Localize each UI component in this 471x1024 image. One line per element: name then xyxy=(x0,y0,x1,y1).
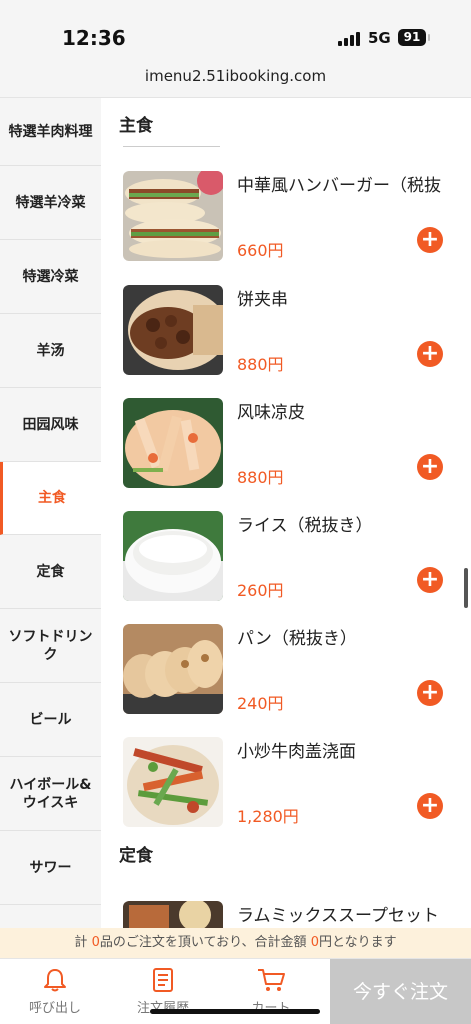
item-price: 240円 xyxy=(237,694,284,713)
sidebar-item-tokusen-yoniku[interactable]: 特選羊肉料理 xyxy=(0,98,101,166)
item-image xyxy=(123,901,223,928)
menu-item[interactable]: ライス（税抜き） 260円 + xyxy=(101,511,471,611)
divider xyxy=(123,146,220,147)
menu-list: 主食 中華風ハンバーガー（税抜 660円 + 饼夹串 880円 + 风味凉皮 8… xyxy=(101,98,471,928)
sidebar-item-label: 特選冷菜 xyxy=(22,268,79,285)
url-bar[interactable]: imenu2.51ibooking.com xyxy=(0,62,471,98)
bell-icon xyxy=(44,969,66,992)
add-to-cart-button[interactable]: + xyxy=(417,341,443,367)
add-to-cart-button[interactable]: + xyxy=(417,793,443,819)
item-name: 风味凉皮 xyxy=(237,403,305,423)
menu-item[interactable]: 风味凉皮 880円 + xyxy=(101,398,471,498)
item-image xyxy=(123,398,223,488)
sidebar-item-label: 羊汤 xyxy=(36,342,65,359)
order-summary: 計 0品のご注文を頂いており、合計金額 0円となります xyxy=(0,928,471,958)
item-image xyxy=(123,511,223,601)
sidebar-item-label: ハイボール&ウイスキ xyxy=(9,776,92,811)
sidebar-item-label: サワー xyxy=(29,859,72,876)
add-to-cart-button[interactable]: + xyxy=(417,680,443,706)
summary-suffix: 円となります xyxy=(318,935,397,950)
item-image xyxy=(123,624,223,714)
section-title: 主食 xyxy=(119,116,153,136)
menu-item[interactable]: 小炒牛肉盖浇面 1,280円 + xyxy=(101,737,471,837)
menu-item[interactable]: ラムミックススープセット xyxy=(101,901,471,928)
item-image xyxy=(123,171,223,261)
section-title: 定食 xyxy=(119,846,153,866)
item-price: 880円 xyxy=(237,355,284,374)
sidebar-item-tokusen-reisai[interactable]: 特選冷菜 xyxy=(0,240,101,314)
sidebar-item-beer[interactable]: ビール xyxy=(0,683,101,757)
menu-item[interactable]: 饼夹串 880円 + xyxy=(101,285,471,385)
network-label: 5G xyxy=(368,29,391,47)
summary-middle: 品のご注文を頂いており、合計金額 xyxy=(99,935,307,950)
item-name: ラムミックススープセット xyxy=(237,906,439,926)
summary-amount: 0 xyxy=(310,935,319,950)
status-bar: 12:36 5G 91 xyxy=(0,0,471,62)
add-to-cart-button[interactable]: + xyxy=(417,454,443,480)
sidebar-item-label: 田园风味 xyxy=(22,416,79,433)
item-price: 880円 xyxy=(237,468,284,487)
item-name: パン（税抜き） xyxy=(237,629,357,649)
sidebar-item-tokusen-yo-reisai[interactable]: 特選羊冷菜 xyxy=(0,166,101,240)
sidebar-item-yangtang[interactable]: 羊汤 xyxy=(0,314,101,388)
sidebar-item-highball[interactable]: ハイボール&ウイスキ xyxy=(0,757,101,831)
status-time: 12:36 xyxy=(62,26,126,50)
category-sidebar: 特選羊肉料理 特選羊冷菜 特選冷菜 羊汤 田园风味 主食 定食 ソフトドリンク … xyxy=(0,98,101,928)
item-name: 小炒牛肉盖浇面 xyxy=(237,742,356,762)
sidebar-item-tianyuan[interactable]: 田园风味 xyxy=(0,388,101,462)
sidebar-item-soft-drink[interactable]: ソフトドリンク xyxy=(0,609,101,683)
item-name: ライス（税抜き） xyxy=(237,516,373,536)
item-name: 饼夹串 xyxy=(237,290,288,310)
sidebar-item-label: 特選羊肉料理 xyxy=(8,123,93,140)
menu-item[interactable]: パン（税抜き） 240円 + xyxy=(101,624,471,724)
summary-count: 0 xyxy=(91,935,100,950)
nav-call-staff[interactable]: 呼び出し xyxy=(0,967,110,1016)
add-to-cart-button[interactable]: + xyxy=(417,227,443,253)
item-name: 中華風ハンバーガー（税抜 xyxy=(237,176,441,196)
item-price: 660円 xyxy=(237,241,284,260)
sidebar-item-label: ソフトドリンク xyxy=(8,628,93,663)
item-price: 1,280円 xyxy=(237,807,299,826)
signal-icon xyxy=(338,32,362,46)
sidebar-item-label: ビール xyxy=(29,711,72,728)
sidebar-item-sour[interactable]: サワー xyxy=(0,831,101,905)
summary-prefix: 計 xyxy=(74,935,88,950)
item-price: 260円 xyxy=(237,581,284,600)
sidebar-item-teishoku[interactable]: 定食 xyxy=(0,535,101,609)
receipt-icon xyxy=(153,968,173,992)
scrollbar[interactable] xyxy=(464,568,468,608)
item-image xyxy=(123,737,223,827)
add-to-cart-button[interactable]: + xyxy=(417,567,443,593)
home-indicator[interactable] xyxy=(150,1009,320,1014)
item-image xyxy=(123,285,223,375)
cart-icon xyxy=(258,969,285,991)
bottom-nav: 呼び出し 注文履歴 カート 今すぐ注文 xyxy=(0,958,471,1024)
battery-icon: 91 xyxy=(398,29,430,46)
url-text: imenu2.51ibooking.com xyxy=(144,67,327,85)
sidebar-item-label: 定食 xyxy=(36,563,65,580)
sidebar-item-shushoku[interactable]: 主食 xyxy=(0,462,101,535)
nav-call-label: 呼び出し xyxy=(28,1001,81,1016)
order-now-button[interactable]: 今すぐ注文 xyxy=(330,959,471,1024)
menu-item[interactable]: 中華風ハンバーガー（税抜 660円 + xyxy=(101,171,471,271)
sidebar-item-label: 主食 xyxy=(38,490,66,506)
sidebar-item-label: 特選羊冷菜 xyxy=(15,194,86,211)
